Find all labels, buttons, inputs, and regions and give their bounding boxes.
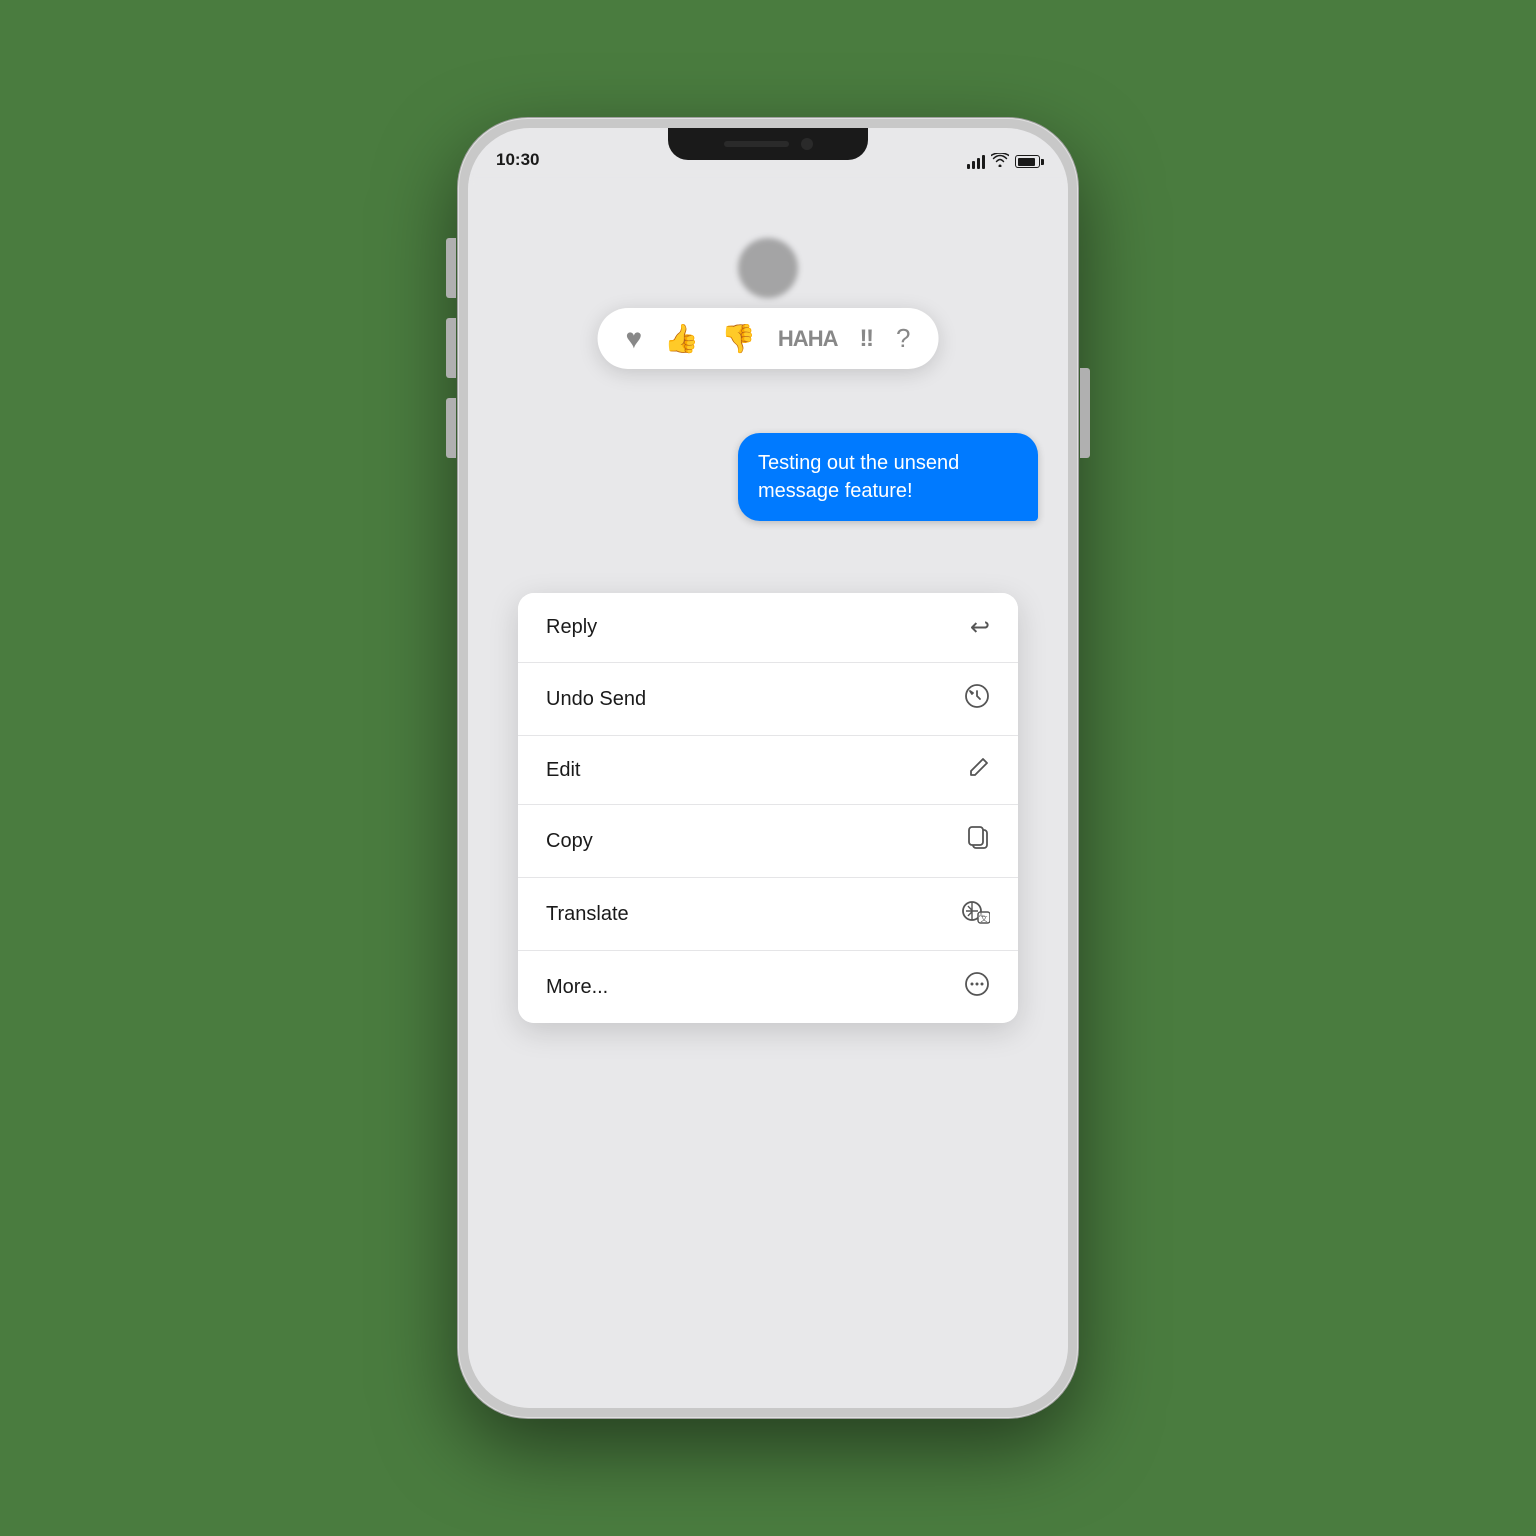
notch (668, 128, 868, 160)
camera (801, 138, 813, 150)
more-label: More... (546, 976, 608, 999)
phone-frame: 10:30 (458, 118, 1078, 1418)
reaction-thumbsup[interactable]: 👍 (664, 322, 699, 355)
reaction-emphasis[interactable]: ‼ (859, 325, 874, 353)
reply-icon: ↩ (970, 613, 990, 642)
signal-bars (967, 155, 985, 169)
menu-item-more[interactable]: More... (518, 951, 1018, 1023)
translate-icon: 文 A (962, 898, 990, 930)
phone-screen: 10:30 (468, 128, 1068, 1408)
battery-icon (1015, 155, 1040, 168)
edit-label: Edit (546, 759, 580, 782)
reaction-haha[interactable]: HAHA (778, 326, 838, 352)
copy-label: Copy (546, 830, 593, 853)
menu-item-undo-send[interactable]: Undo Send (518, 663, 1018, 736)
reaction-heart[interactable]: ♥ (626, 323, 643, 355)
copy-icon (966, 825, 990, 857)
reaction-thumbsdown[interactable]: 👎 (721, 322, 756, 355)
menu-item-edit[interactable]: Edit (518, 736, 1018, 805)
message-text: Testing out the unsend message feature! (758, 452, 959, 502)
more-icon (964, 971, 990, 1003)
undo-send-label: Undo Send (546, 688, 646, 711)
menu-item-copy[interactable]: Copy (518, 805, 1018, 878)
speaker (724, 141, 789, 147)
menu-item-reply[interactable]: Reply ↩ (518, 593, 1018, 663)
status-icons (967, 153, 1040, 170)
undo-send-icon (964, 683, 990, 715)
contact-avatar (738, 238, 798, 298)
translate-label: Translate (546, 903, 629, 926)
svg-text:A: A (979, 913, 983, 919)
status-time: 10:30 (496, 150, 539, 170)
message-bubble: Testing out the unsend message feature! (738, 433, 1038, 521)
reply-label: Reply (546, 616, 597, 639)
edit-icon (968, 756, 990, 784)
menu-item-translate[interactable]: Translate 文 A (518, 878, 1018, 951)
context-menu: Reply ↩ Undo Send Edit (518, 593, 1018, 1023)
reaction-question[interactable]: ? (896, 323, 910, 354)
screen-content: ♥ 👍 👎 HAHA ‼ ? Testing out the unsend me… (468, 178, 1068, 1408)
wifi-icon (991, 153, 1009, 170)
reaction-bar[interactable]: ♥ 👍 👎 HAHA ‼ ? (598, 308, 939, 369)
